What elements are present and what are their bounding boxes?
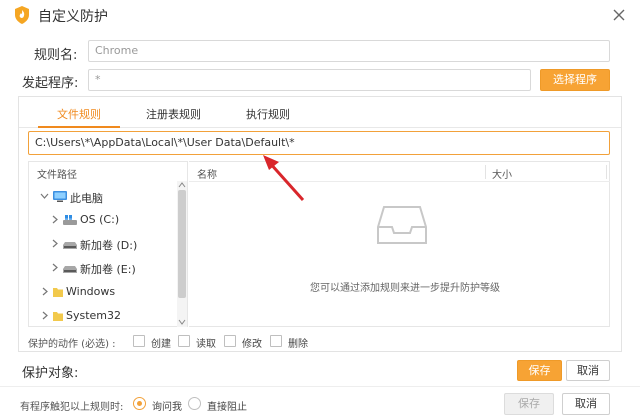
chevron-down-icon[interactable] bbox=[40, 193, 49, 200]
tree-header: 文件路径 bbox=[37, 170, 77, 181]
cancel-button[interactable]: 取消 bbox=[566, 360, 610, 381]
modify-label: 修改 bbox=[242, 339, 262, 350]
footer-cancel-button[interactable]: 取消 bbox=[562, 393, 610, 415]
read-label: 读取 bbox=[196, 339, 216, 350]
tree-item-label: Windows bbox=[66, 285, 116, 298]
tree-item-os-c[interactable]: OS (C:) bbox=[52, 213, 170, 227]
drive-icon bbox=[63, 266, 77, 273]
column-separator[interactable] bbox=[606, 165, 607, 179]
column-separator[interactable] bbox=[485, 165, 486, 179]
column-header-size[interactable]: 大小 bbox=[492, 166, 512, 181]
tree-item-volume-d[interactable]: 新加卷 (D:) bbox=[52, 237, 170, 252]
read-checkbox[interactable] bbox=[178, 335, 190, 347]
modify-checkbox[interactable] bbox=[224, 335, 236, 347]
chevron-right-icon[interactable] bbox=[42, 287, 49, 296]
tab-execution-rules[interactable]: 执行规则 bbox=[246, 106, 290, 122]
rule-name-label: 规则名: bbox=[34, 48, 78, 63]
path-input[interactable]: C:\Users\*\AppData\Local\*\User Data\Def… bbox=[28, 131, 610, 155]
process-input[interactable]: * bbox=[88, 69, 531, 91]
scroll-up-icon[interactable] bbox=[178, 182, 186, 188]
chevron-right-icon[interactable] bbox=[42, 311, 49, 320]
tree-item-label: 此电脑 bbox=[70, 192, 103, 205]
save-button[interactable]: 保存 bbox=[517, 360, 562, 381]
block-directly-label: 直接阻止 bbox=[207, 402, 247, 413]
shield-icon bbox=[15, 6, 29, 24]
process-label: 发起程序: bbox=[22, 76, 79, 91]
chevron-right-icon[interactable] bbox=[52, 239, 59, 248]
computer-icon bbox=[53, 191, 67, 202]
divider bbox=[0, 386, 640, 387]
tree-item-windows[interactable]: Windows bbox=[42, 285, 170, 299]
tree-item-label: 新加卷 (D:) bbox=[80, 239, 138, 252]
tree-item-system32[interactable]: System32 bbox=[42, 309, 170, 323]
create-label: 创建 bbox=[151, 339, 171, 350]
empty-tray-icon bbox=[377, 206, 427, 244]
active-tab-indicator bbox=[38, 126, 120, 128]
folder-icon bbox=[53, 312, 63, 321]
window-title: 自定义防护 bbox=[38, 9, 108, 25]
tree-item-label: 新加卷 (E:) bbox=[80, 263, 136, 276]
drive-icon bbox=[63, 242, 77, 249]
empty-state-text: 您可以通过添加规则来进一步提升防护等级 bbox=[310, 283, 500, 294]
delete-label: 删除 bbox=[288, 339, 308, 350]
os-drive-icon bbox=[63, 215, 77, 225]
actions-label: 保护的动作 (必选) : bbox=[28, 339, 116, 350]
footer-save-button[interactable]: 保存 bbox=[504, 393, 554, 415]
block-directly-radio[interactable] bbox=[188, 397, 201, 410]
list-header-divider bbox=[189, 181, 610, 182]
tree-item-label: OS (C:) bbox=[80, 213, 120, 226]
annotation-arrow-icon bbox=[263, 155, 305, 202]
close-icon[interactable] bbox=[610, 6, 628, 24]
tab-file-rules[interactable]: 文件规则 bbox=[57, 106, 101, 122]
tree-item-this-pc[interactable]: 此电脑 bbox=[40, 190, 170, 205]
scroll-down-icon[interactable] bbox=[178, 319, 186, 325]
rule-name-input[interactable]: Chrome bbox=[88, 40, 610, 62]
select-program-button[interactable]: 选择程序 bbox=[540, 69, 610, 91]
trigger-label: 有程序触犯以上规则时: bbox=[20, 402, 124, 413]
folder-icon bbox=[53, 288, 63, 297]
tree-scrollbar-thumb[interactable] bbox=[178, 190, 186, 298]
tab-registry-rules[interactable]: 注册表规则 bbox=[146, 106, 201, 122]
column-header-name[interactable]: 名称 bbox=[197, 166, 217, 181]
delete-checkbox[interactable] bbox=[270, 335, 282, 347]
ask-me-radio[interactable] bbox=[133, 397, 146, 410]
chevron-right-icon[interactable] bbox=[52, 215, 59, 224]
tree-item-label: System32 bbox=[66, 309, 122, 322]
ask-me-label: 询问我 bbox=[152, 402, 182, 413]
protect-target-label: 保护对象: bbox=[22, 366, 79, 381]
tree-item-volume-e[interactable]: 新加卷 (E:) bbox=[52, 261, 170, 276]
create-checkbox[interactable] bbox=[133, 335, 145, 347]
chevron-right-icon[interactable] bbox=[52, 263, 59, 272]
